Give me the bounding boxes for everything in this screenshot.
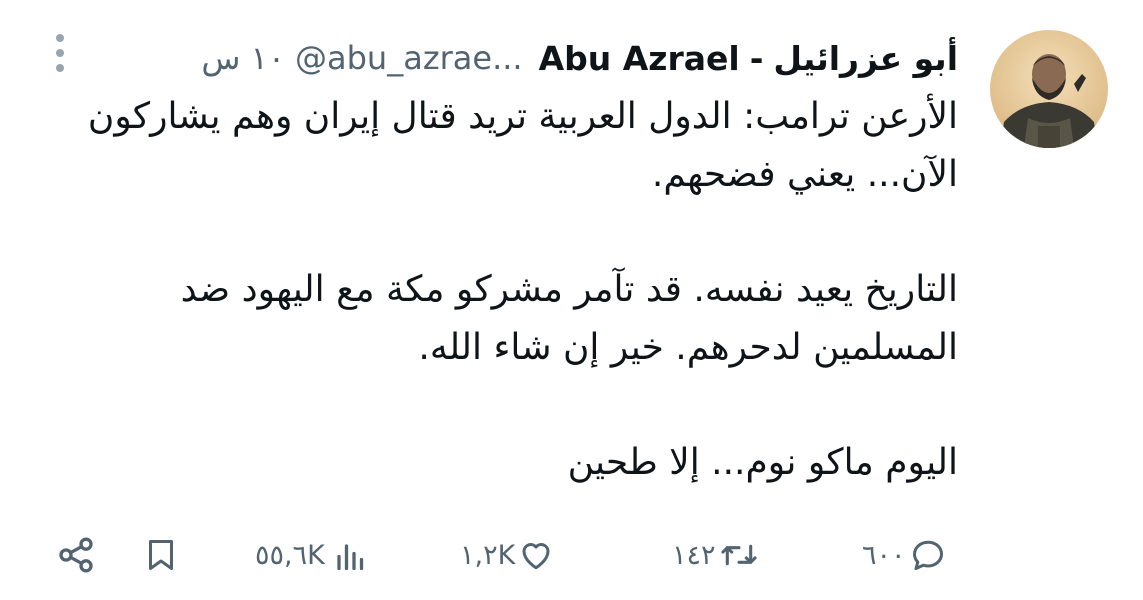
view-count: ٥٥,٦K — [255, 539, 325, 571]
share-icon — [56, 535, 96, 575]
views-icon — [333, 537, 369, 573]
name-separator: - — [749, 38, 764, 78]
tweet-timestamp[interactable]: ١٠ س — [201, 39, 285, 77]
tweet: أبو عزرائيل - Abu Azrael @abu_azrae... ١… — [0, 0, 1143, 600]
like-count: ١,٢K — [460, 539, 516, 571]
reply-icon — [910, 537, 946, 573]
like-icon — [517, 537, 555, 573]
tweet-paragraph: اليوم ماكو نوم... إلا طحين — [567, 442, 958, 483]
display-name-english[interactable]: Abu Azrael — [539, 39, 740, 78]
display-name-arabic[interactable]: أبو عزرائيل — [773, 39, 958, 78]
tweet-paragraph: الأرعن ترامب: الدول العربية تريد قتال إي… — [87, 96, 958, 195]
share-button[interactable] — [56, 525, 96, 585]
avatar[interactable] — [990, 30, 1108, 148]
reply-count: ٦٠٠ — [862, 539, 906, 571]
action-bar: ٦٠٠ ١٤٢ ١,٢K ٥٥,٦K — [0, 525, 1143, 585]
reply-button[interactable]: ٦٠٠ — [862, 525, 946, 585]
repost-count: ١٤٢ — [672, 539, 716, 571]
like-button[interactable]: ١,٢K — [460, 525, 555, 585]
tweet-paragraph: التاريخ يعيد نفسه. قد تآمر مشركو مكة مع … — [180, 269, 958, 368]
more-vertical-icon[interactable] — [52, 34, 68, 72]
repost-icon — [720, 537, 758, 573]
views-button[interactable]: ٥٥,٦K — [255, 525, 369, 585]
avatar-image — [990, 30, 1108, 148]
tweet-body: الأرعن ترامب: الدول العربية تريد قتال إي… — [53, 88, 958, 492]
bookmark-icon — [143, 536, 179, 574]
user-handle[interactable]: @abu_azrae... — [295, 39, 523, 77]
repost-button[interactable]: ١٤٢ — [672, 525, 758, 585]
bookmark-button[interactable] — [143, 525, 179, 585]
tweet-header: أبو عزرائيل - Abu Azrael @abu_azrae... ١… — [201, 30, 958, 86]
